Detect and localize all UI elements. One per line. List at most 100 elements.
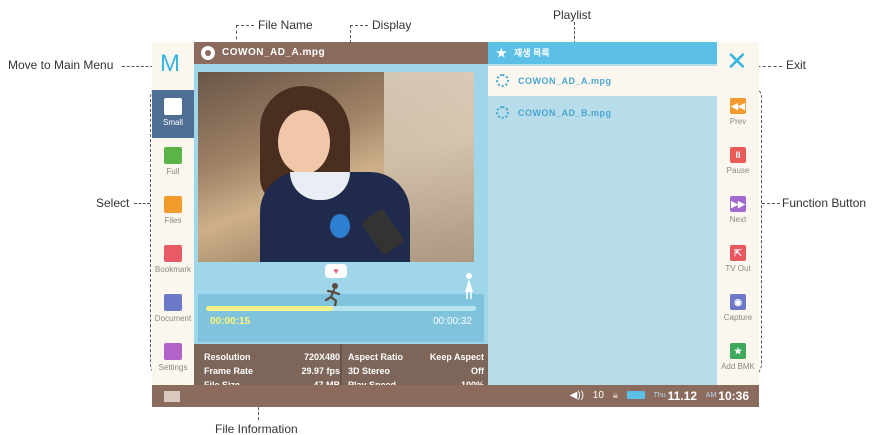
select-button-label: Files [164,216,182,225]
file-info-row: 3D Stereo Off [348,364,488,378]
prev-icon: ◀◀ [730,98,746,114]
select-button-settings[interactable]: Settings [152,335,194,383]
callout-display: Display [372,18,412,32]
select-button-label: Settings [158,363,188,372]
leader-line [134,203,150,204]
playlist-item[interactable]: COWON_AD_B.mpg [488,98,717,128]
video-frame[interactable] [198,72,474,262]
callout-exit: Exit [786,58,807,72]
left-sidebar: M Small Full Files Bookmark Document Settings [152,42,194,385]
function-button-label: Prev [729,117,747,126]
callout-select: Select [96,196,130,210]
goal-figure-icon [465,273,473,299]
function-button-label: Capture [723,313,753,322]
star-icon: ★ [496,46,507,60]
file-info-value: Keep Aspect [429,352,484,362]
day-label: Thu [653,392,666,399]
select-button-label: Bookmark [154,265,191,274]
exit-button[interactable]: ✕ [726,48,748,74]
status-info: ◀)) 10 🔒︎ Thu 11.12 AM 10:36 [564,385,749,408]
function-button-label: Add BMK [721,362,755,371]
playlist-item[interactable]: COWON_AD_A.mpg [488,66,717,96]
function-button-tv-out[interactable]: ⇱ TV Out [717,237,759,285]
status-bar: ◀)) 10 🔒︎ Thu 11.12 AM 10:36 [152,385,759,407]
runner-progress-icon[interactable] [322,282,344,306]
playlist-header: ★ 재생 목록 [488,42,717,64]
lock-icon: 🔒︎ [612,390,619,401]
file-info-key: Resolution [204,352,251,362]
file-name-bar: COWON_AD_A.mpg [194,42,488,64]
select-button-bookmark[interactable]: Bookmark [152,237,194,285]
callout-file-name: File Name [258,18,313,32]
function-button-label: TV Out [725,264,751,273]
file-info-key: Aspect Ratio [348,352,404,362]
function-button-capture[interactable]: ◉ Capture [717,286,759,334]
select-button-label: Full [166,167,180,176]
camera-icon: ◉ [730,294,746,310]
volume-level: 10 [592,390,604,401]
annotated-player-screenshot: File Name Display Playlist Move to Main … [0,0,877,435]
callout-file-information: File Information [215,422,298,435]
current-time: 00:00:15 [210,316,251,327]
file-info-key: 3D Stereo [348,366,391,376]
select-button-label: Small [162,118,183,127]
seek-bar-area[interactable]: ♥ 00:00:15 00:00:32 [198,264,484,342]
select-button-full[interactable]: Full [152,139,194,187]
file-info-row: Frame Rate 29.97 fps [204,364,344,378]
file-info-value: 29.97 fps [301,366,340,376]
progress-fill [206,306,333,311]
file-info-row: Resolution 720X480 [204,350,344,364]
function-button-pause[interactable]: II Pause [717,139,759,187]
playlist-item-name: COWON_AD_B.mpg [518,108,612,118]
film-reel-icon [496,106,509,119]
select-button-files[interactable]: Files [152,188,194,236]
clock-time: 10:36 [718,389,749,403]
player-screen: M Small Full Files Bookmark Document Settings… [152,42,759,407]
file-name: COWON_AD_A.mpg [222,47,326,58]
select-button-label: Document [154,314,192,323]
folder-icon [164,196,182,213]
total-time: 00:00:32 [433,316,472,327]
film-reel-icon [201,46,215,60]
bookmark-star-icon [164,245,182,262]
leader-line [350,25,368,26]
tv-out-icon: ⇱ [730,245,746,261]
gear-icon [164,343,182,360]
select-button-small[interactable]: Small [152,90,194,138]
file-info-row: Aspect Ratio Keep Aspect [348,350,488,364]
leader-line [236,25,254,26]
volume-icon: ◀)) [569,390,584,401]
next-icon: ▶▶ [730,196,746,212]
playlist-item-name: COWON_AD_A.mpg [518,76,612,86]
file-info-key: Frame Rate [204,366,254,376]
date-label: 11.12 [667,389,698,403]
playlist-title: 재생 목록 [514,48,550,58]
document-icon [164,294,182,311]
main-menu-button[interactable]: M [160,50,180,78]
clapperboard-icon[interactable] [164,391,180,402]
leader-line [762,203,780,204]
add-bookmark-icon: ★ [730,343,746,359]
callout-function-button: Function Button [782,196,867,210]
playlist: COWON_AD_A.mpg COWON_AD_B.mpg [488,64,717,385]
callout-move-to-main-menu: Move to Main Menu [8,58,114,72]
play-full-icon [164,147,182,164]
ampm-label: AM [705,392,717,399]
heart-icon: ♥ [325,264,347,278]
pause-icon: II [730,147,746,163]
function-button-add-bmk[interactable]: ★ Add BMK [717,335,759,383]
select-button-document[interactable]: Document [152,286,194,334]
function-button-prev[interactable]: ◀◀ Prev [717,90,759,138]
display-area: ♥ 00:00:15 00:00:32 Resolution 720X480 Fra… [194,64,488,399]
progress-track[interactable] [206,306,476,311]
file-info-value: Off [471,366,484,376]
play-window-icon [164,98,182,115]
film-reel-icon [496,74,509,87]
function-button-label: Next [729,215,747,224]
function-button-label: Pause [726,166,750,175]
battery-icon [626,391,645,399]
callout-playlist: Playlist [553,8,592,22]
function-button-next[interactable]: ▶▶ Next [717,188,759,236]
right-sidebar: ✕ ◀◀ Prev II Pause ▶▶ Next ⇱ TV Out ◉ Capture ★ Add… [717,42,759,385]
file-info-value: 720X480 [303,352,340,362]
